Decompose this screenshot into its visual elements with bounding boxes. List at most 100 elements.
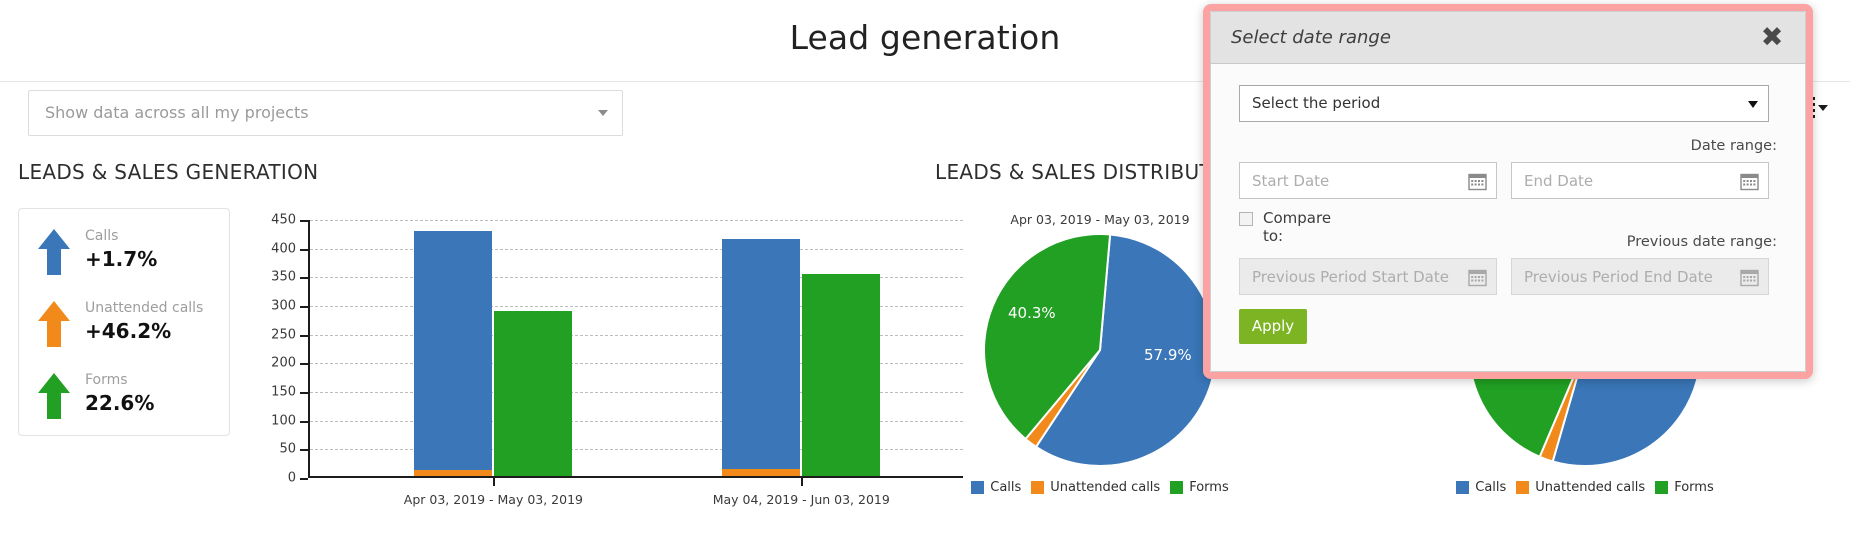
legend-item[interactable]: Calls [1456,480,1506,495]
y-axis-tick [300,306,308,308]
y-axis-label: 50 [279,441,296,457]
project-filter-select[interactable]: Show data across all my projects [28,90,623,136]
kpi-label: Forms [85,372,128,388]
legend-label: Calls [1475,480,1507,495]
bar-calls [722,238,801,476]
previous-start-date-placeholder: Previous Period Start Date [1252,268,1449,286]
legend-label: Forms [1674,480,1714,495]
project-filter-value: Show data across all my projects [45,103,309,122]
y-axis-tick [300,392,308,394]
calendar-icon[interactable] [1468,172,1487,195]
legend-label: Calls [990,480,1022,495]
y-axis-label: 0 [287,470,296,486]
y-axis-label: 350 [271,269,296,285]
kpi-item-forms: Forms 22.6% [37,369,222,431]
y-axis-label: 300 [271,298,296,314]
date-range-label: Date range: [1690,138,1777,154]
x-axis-label: May 04, 2019 - Jun 03, 2019 [712,492,890,507]
grid-line [310,248,963,250]
pie-slice-percent: 40.3% [1008,304,1056,322]
pie-chart-legend: Calls Unattended calls Forms [935,480,1265,495]
legend-swatch-icon [1456,481,1470,494]
period-select[interactable]: Select the period [1239,85,1769,122]
legend-swatch-icon [971,481,985,494]
x-axis-tick [801,476,804,486]
modal-inner: Select date range ✖ Select the period Da… [1210,11,1806,372]
x-axis-tick [493,476,496,486]
previous-end-date-placeholder: Previous Period End Date [1524,268,1713,286]
previous-end-date-field[interactable]: Previous Period End Date [1511,258,1769,295]
y-axis-tick [300,420,308,423]
dashboard-page: Lead generation Show data across all my … [0,0,1850,540]
bar-unattended-calls [722,468,801,476]
arrow-up-icon [37,371,71,421]
modal-title: Select date range [1231,27,1391,48]
calendar-icon[interactable] [1740,268,1759,291]
close-icon[interactable]: ✖ [1757,23,1787,53]
calendar-icon[interactable] [1468,268,1487,291]
chevron-down-icon [1818,105,1828,111]
end-date-field[interactable]: End Date [1511,162,1769,199]
y-axis-label: 150 [271,384,296,400]
legend-swatch-icon [1170,481,1184,494]
legend-label: Forms [1189,480,1229,495]
kpi-label: Unattended calls [85,300,204,316]
y-axis-label: 200 [271,355,296,371]
modal-body: Select the period Date range: Start Date… [1211,64,1805,371]
y-axis-tick [300,478,308,480]
bar-calls [414,231,493,476]
compare-to-label: Compare to: [1263,209,1332,245]
end-date-placeholder: End Date [1524,172,1594,190]
section-title-generation: LEADS & SALES GENERATION [18,160,319,184]
date-range-modal: Select date range ✖ Select the period Da… [1203,4,1813,379]
y-axis-tick [300,248,308,251]
x-axis-label: Apr 03, 2019 - May 03, 2019 [403,492,583,507]
calendar-icon[interactable] [1740,172,1759,195]
kpi-text: Unattended calls +46.2% [85,297,203,344]
kpi-value: 22.6% [85,391,155,415]
y-axis-label: 400 [271,241,296,257]
pie-chart-legend: Calls Unattended calls Forms [1420,480,1750,495]
arrow-up-icon [37,299,71,349]
legend-swatch-icon [1655,481,1669,494]
y-axis-label: 250 [271,327,296,343]
previous-start-date-field[interactable]: Previous Period Start Date [1239,258,1497,295]
arrow-up-icon [37,227,71,277]
modal-header: Select date range ✖ [1211,12,1805,64]
start-date-field[interactable]: Start Date [1239,162,1497,199]
legend-item[interactable]: Forms [1170,480,1229,495]
legend-item[interactable]: Forms [1655,480,1714,495]
y-axis-tick [300,363,308,366]
legend-item[interactable]: Unattended calls [1516,480,1645,495]
chevron-down-icon [1748,101,1758,108]
y-axis-label: 450 [271,212,296,228]
legend-label: Unattended calls [1535,480,1646,495]
kpi-item-unattended-calls: Unattended calls +46.2% [37,297,222,359]
legend-swatch-icon [1031,481,1045,494]
bar-chart-plot-area: 0 50 100 150 200 250 300 350 400 450 Apr 03, 2019 … [271,213,963,507]
bar-forms [494,311,573,476]
kpi-label: Calls [85,228,119,244]
previous-date-range-label: Previous date range: [1626,234,1777,250]
y-axis-tick [300,277,308,280]
chevron-down-icon [598,110,608,116]
legend-label: Unattended calls [1050,480,1161,495]
kpi-value: +46.2% [85,319,172,343]
y-axis-tick [300,449,308,452]
legend-item[interactable]: Unattended calls [1031,480,1160,495]
legend-item[interactable]: Calls [971,480,1021,495]
grid-line [310,220,963,221]
kpi-text: Forms 22.6% [85,369,154,416]
pie-chart-canvas: 57.9% 40.3% [984,234,1216,466]
compare-to-checkbox[interactable] [1239,212,1253,226]
start-date-placeholder: Start Date [1252,172,1330,190]
apply-button[interactable]: Apply [1239,309,1307,344]
y-axis-label: 100 [271,413,296,429]
kpi-card: Calls +1.7% Unattended calls +46.2% Form… [18,208,230,436]
pie-slice-percent: 57.9% [1144,346,1192,364]
bar-forms [802,274,881,476]
kpi-text: Calls +1.7% [85,225,157,272]
y-axis-tick [300,334,308,337]
kpi-value: +1.7% [85,247,158,271]
bar-chart: 0 50 100 150 200 250 300 350 400 450 Apr 03, 2019 … [250,212,963,512]
